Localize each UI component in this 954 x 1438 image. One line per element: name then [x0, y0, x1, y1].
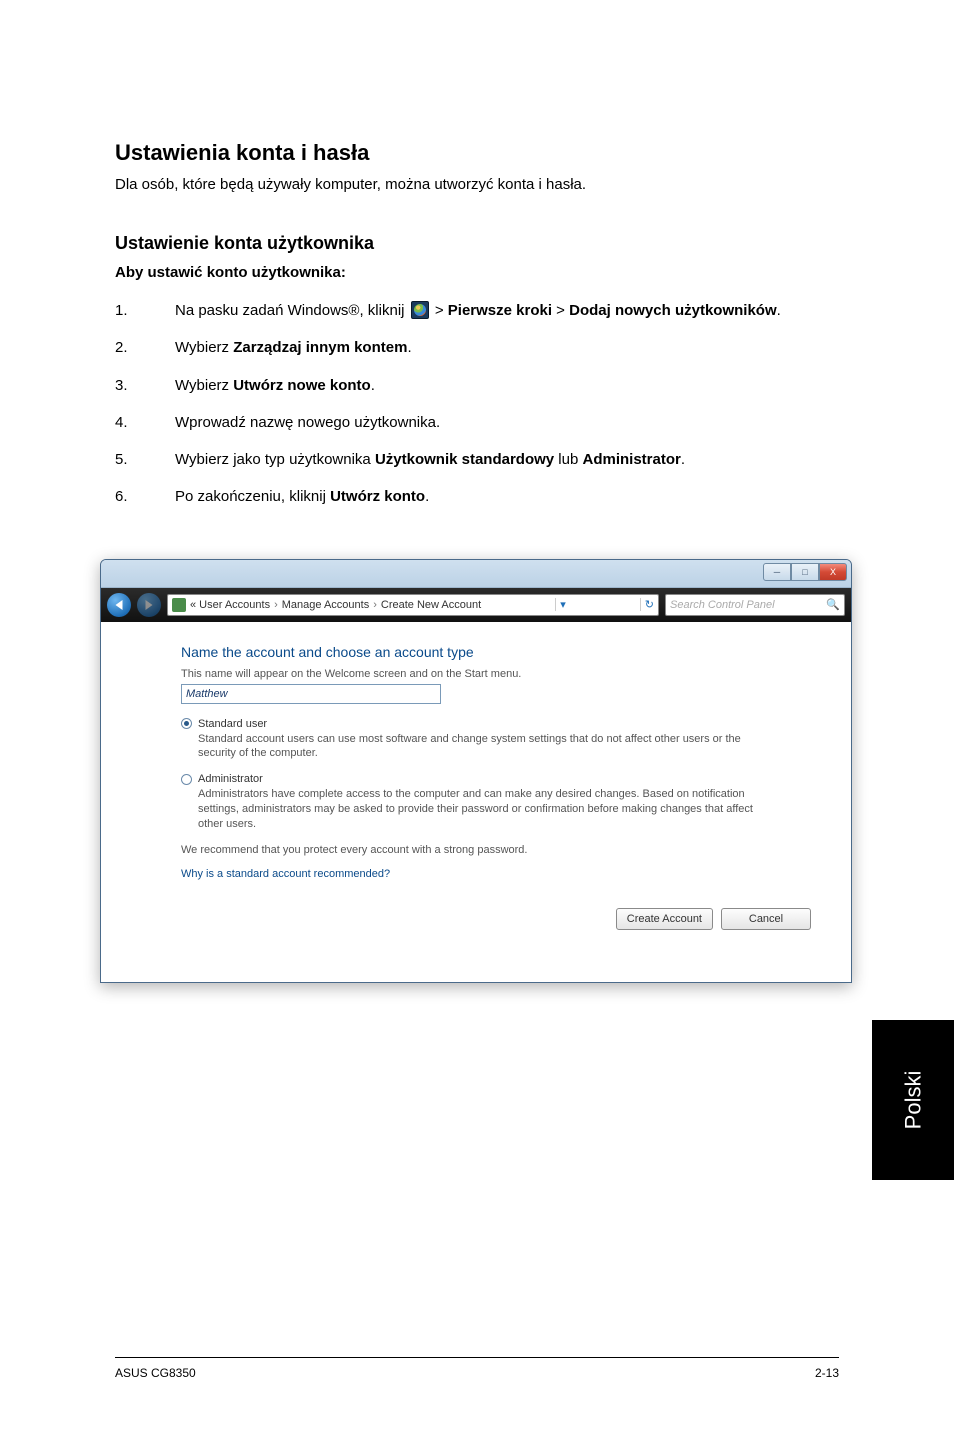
- maximize-button[interactable]: □: [791, 563, 819, 581]
- dialog-heading: Name the account and choose an account t…: [181, 644, 841, 660]
- list-item: 5. Wybierz jako typ użytkownika Użytkown…: [115, 448, 839, 471]
- start-button-icon: [411, 301, 429, 319]
- page-title: Ustawienia konta i hasła: [115, 140, 839, 166]
- list-item: 6. Po zakończeniu, kliknij Utwórz konto.: [115, 485, 839, 508]
- window-toolbar: « User Accounts › Manage Accounts › Crea…: [101, 588, 851, 622]
- chevron-right-icon: ›: [274, 599, 278, 611]
- list-item: 3. Wybierz Utwórz nowe konto.: [115, 374, 839, 397]
- page-footer: ASUS CG8350 2-13: [115, 1357, 839, 1380]
- list-item: 1. Na pasku zadań Windows®, kliknij > Pi…: [115, 299, 839, 322]
- step-text: Wybierz Utwórz nowe konto.: [175, 374, 839, 397]
- footer-left: ASUS CG8350: [115, 1366, 196, 1380]
- step-number: 1.: [115, 299, 175, 322]
- language-label: Polski: [900, 1071, 926, 1130]
- dialog-subtext: This name will appear on the Welcome scr…: [181, 668, 841, 680]
- chevron-right-icon: ›: [373, 599, 377, 611]
- radio-administrator[interactable]: Administrator: [181, 773, 841, 785]
- section-subtitle: Aby ustawić konto użytkownika:: [115, 264, 839, 281]
- list-item: 2. Wybierz Zarządzaj innym kontem.: [115, 336, 839, 359]
- radio-standard-user[interactable]: Standard user: [181, 718, 841, 730]
- step-text: Po zakończeniu, kliknij Utwórz konto.: [175, 485, 839, 508]
- search-input[interactable]: Search Control Panel 🔍: [665, 594, 845, 616]
- step-number: 6.: [115, 485, 175, 508]
- section-title: Ustawienie konta użytkownika: [115, 233, 839, 254]
- search-icon[interactable]: 🔍: [826, 598, 840, 611]
- footer-right: 2-13: [815, 1366, 839, 1380]
- radio-label: Administrator: [198, 773, 263, 785]
- search-placeholder: Search Control Panel: [670, 599, 775, 611]
- step-list: 1. Na pasku zadań Windows®, kliknij > Pi…: [115, 299, 839, 509]
- minimize-button[interactable]: ─: [763, 563, 791, 581]
- window-titlebar[interactable]: ─ □ X: [101, 560, 851, 588]
- refresh-icon[interactable]: ↻: [640, 598, 654, 611]
- dialog-body: Name the account and choose an account t…: [101, 622, 851, 982]
- step-text: Wybierz jako typ użytkownika Użytkownik …: [175, 448, 839, 471]
- step-text: Wprowadź nazwę nowego użytkownika.: [175, 411, 839, 434]
- back-button[interactable]: [107, 593, 131, 617]
- step-number: 4.: [115, 411, 175, 434]
- intro-text: Dla osób, które będą używały komputer, m…: [115, 176, 839, 193]
- address-dropdown-icon[interactable]: ▾: [555, 598, 566, 611]
- account-name-input[interactable]: Matthew: [181, 684, 441, 704]
- step-number: 2.: [115, 336, 175, 359]
- language-tab: Polski: [872, 1020, 954, 1180]
- step-number: 3.: [115, 374, 175, 397]
- radio-description: Standard account users can use most soft…: [198, 732, 758, 762]
- forward-button[interactable]: [137, 593, 161, 617]
- radio-unselected-icon: [181, 774, 192, 785]
- cancel-button[interactable]: Cancel: [721, 908, 811, 930]
- why-link[interactable]: Why is a standard account recommended?: [181, 868, 841, 880]
- radio-description: Administrators have complete access to t…: [198, 787, 758, 832]
- create-account-button[interactable]: Create Account: [616, 908, 713, 930]
- dialog-window: ─ □ X « User Accounts › Manage Accounts …: [100, 559, 852, 983]
- step-text: Wybierz Zarządzaj innym kontem.: [175, 336, 839, 359]
- breadcrumb[interactable]: « User Accounts › Manage Accounts › Crea…: [167, 594, 659, 616]
- recommendation-text: We recommend that you protect every acco…: [181, 844, 841, 856]
- close-button[interactable]: X: [819, 563, 847, 581]
- step-number: 5.: [115, 448, 175, 471]
- step-text: Na pasku zadań Windows®, kliknij > Pierw…: [175, 299, 839, 322]
- breadcrumb-item[interactable]: Manage Accounts: [282, 599, 369, 611]
- location-icon: [172, 598, 186, 612]
- breadcrumb-item[interactable]: Create New Account: [381, 599, 481, 611]
- radio-label: Standard user: [198, 718, 267, 730]
- radio-selected-icon: [181, 718, 192, 729]
- list-item: 4. Wprowadź nazwę nowego użytkownika.: [115, 411, 839, 434]
- breadcrumb-item[interactable]: « User Accounts: [190, 599, 270, 611]
